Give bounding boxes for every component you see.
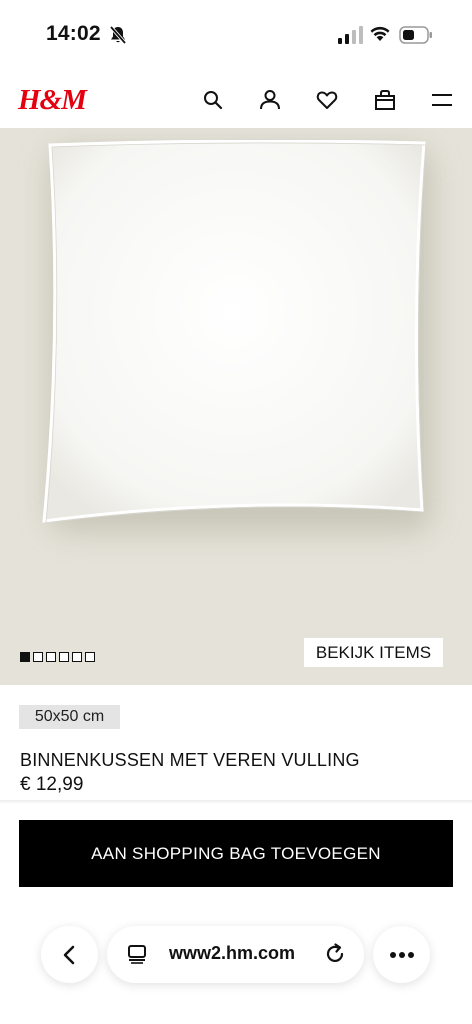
- back-chevron-icon: [63, 945, 74, 964]
- divider: [0, 800, 472, 804]
- pillow-picture: [42, 140, 427, 524]
- account-icon[interactable]: [257, 87, 283, 113]
- image-dot[interactable]: [46, 652, 56, 662]
- status-bar: 14:02: [0, 0, 472, 70]
- product-image[interactable]: [0, 128, 472, 685]
- add-to-bag-button[interactable]: AAN SHOPPING BAG TOEVOEGEN: [19, 820, 453, 887]
- image-dot[interactable]: [33, 652, 43, 662]
- bell-slash-icon: [109, 25, 127, 45]
- browser-more-button[interactable]: [373, 926, 430, 983]
- heart-icon[interactable]: [314, 87, 340, 113]
- size-badge[interactable]: 50x50 cm: [19, 705, 120, 729]
- more-dots-icon: [389, 951, 414, 958]
- image-dot[interactable]: [85, 652, 95, 662]
- product-title: BINNENKUSSEN MET VEREN VULLING: [20, 750, 360, 770]
- url-text[interactable]: www2.hm.com: [169, 943, 295, 964]
- image-dot[interactable]: [20, 652, 30, 662]
- image-dot[interactable]: [72, 652, 82, 662]
- site-header: H&M: [0, 70, 472, 128]
- image-pagination-dots[interactable]: [20, 652, 95, 662]
- browser-back-button[interactable]: [41, 926, 98, 983]
- status-time: 14:02: [46, 22, 101, 45]
- hm-logo[interactable]: H&M: [18, 84, 87, 117]
- search-icon[interactable]: [200, 87, 226, 113]
- tabs-icon[interactable]: [127, 944, 147, 964]
- product-price: € 12,99: [20, 774, 84, 795]
- battery-icon: [399, 26, 432, 44]
- view-items-button[interactable]: BEKIJK ITEMS: [304, 638, 443, 667]
- wifi-icon: [370, 26, 390, 41]
- bag-icon[interactable]: [372, 87, 398, 113]
- reload-icon[interactable]: [323, 942, 347, 966]
- signal-icon: [338, 26, 363, 44]
- address-bar[interactable]: www2.hm.com: [107, 926, 364, 983]
- image-dot[interactable]: [59, 652, 69, 662]
- menu-icon[interactable]: [429, 87, 455, 113]
